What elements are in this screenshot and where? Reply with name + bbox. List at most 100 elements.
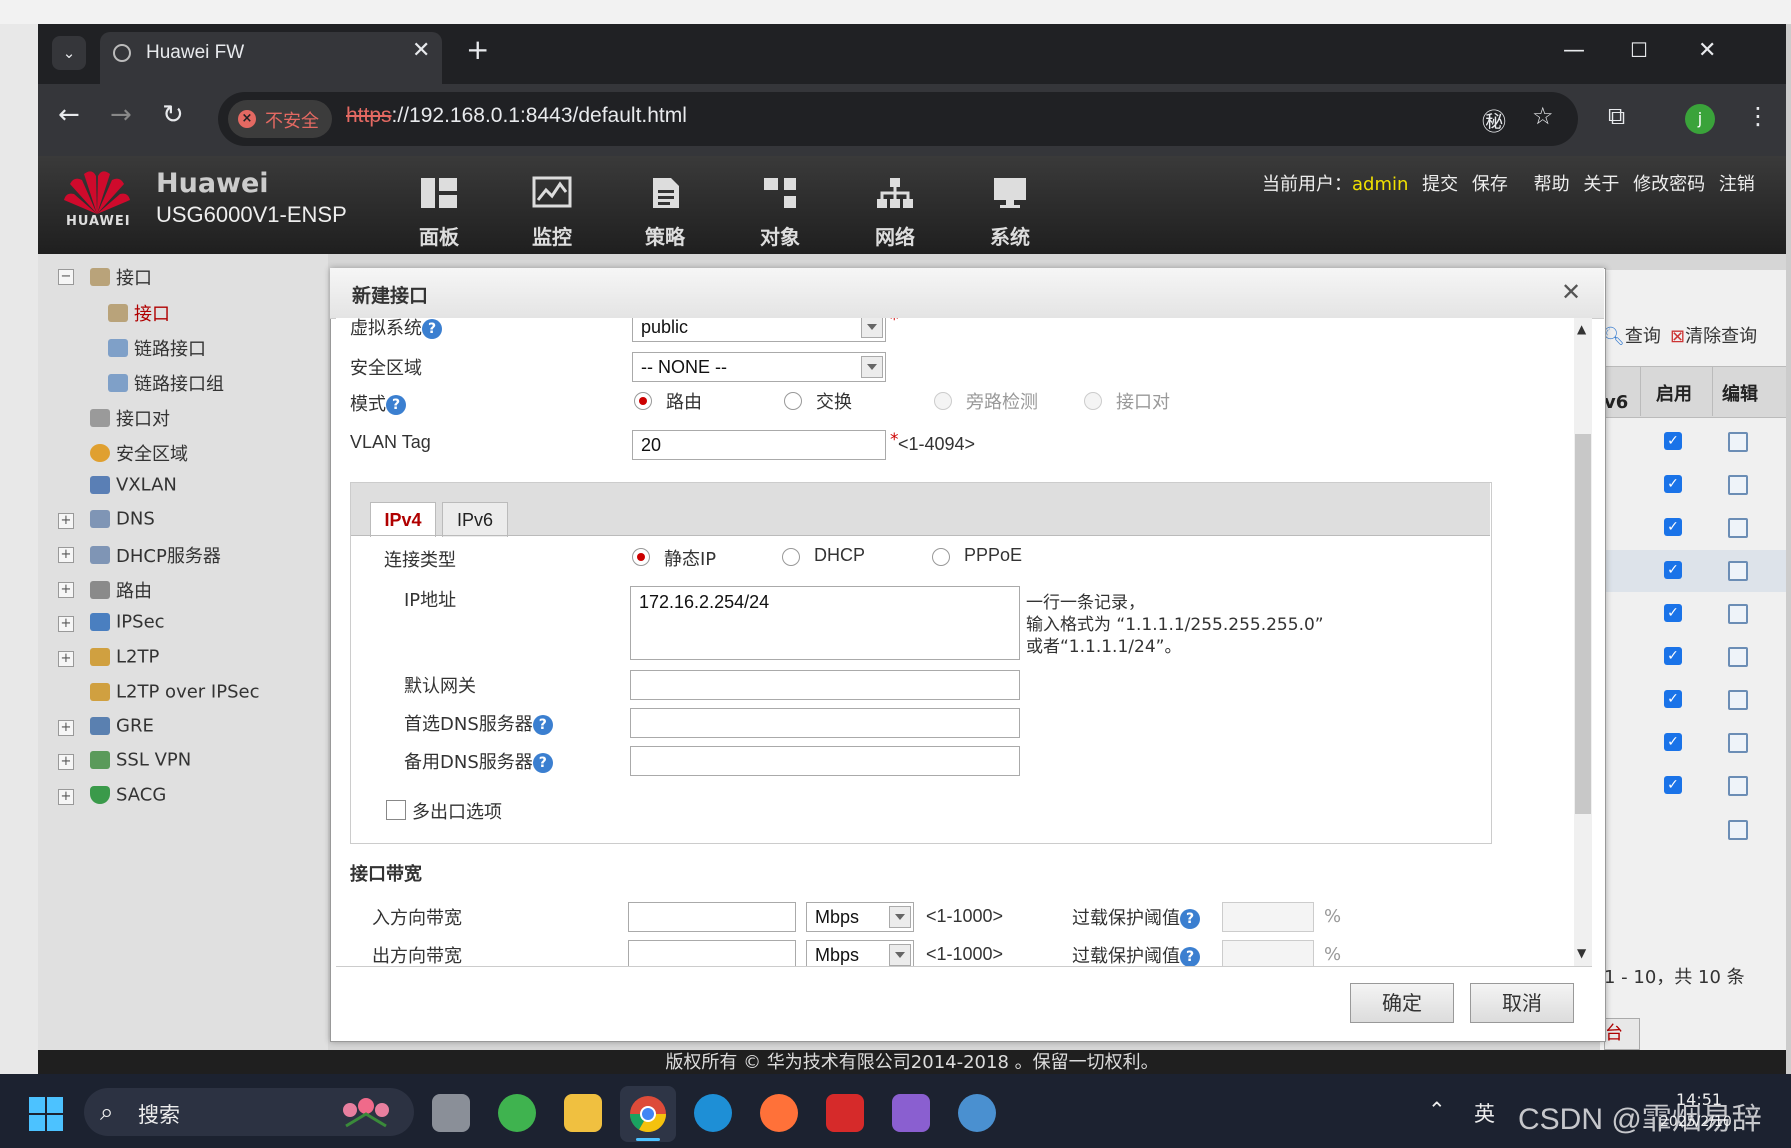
tree-item-l2tp[interactable]: L2TP [90,646,159,672]
outbound-overload-input[interactable] [1222,940,1314,966]
help-icon[interactable]: ? [386,395,406,415]
tree-item-link-interface-group[interactable]: 链路接口组 [108,370,224,396]
expand-icon[interactable]: + [58,789,74,805]
minimize-icon[interactable]: — [1563,38,1585,63]
tree-item-security-zone[interactable]: 安全区域 [90,440,188,466]
help-icon[interactable]: ? [1180,909,1200,929]
about-link[interactable]: 关于 [1583,174,1619,195]
help-link[interactable]: 帮助 [1534,174,1570,195]
submit-link[interactable]: 提交 [1422,174,1458,195]
enable-checkbox[interactable]: ✓ [1664,647,1682,665]
wps-icon[interactable] [826,1094,864,1132]
chrome-icon[interactable] [628,1094,668,1134]
edit-icon[interactable] [1728,561,1748,581]
edit-icon[interactable] [1728,690,1748,710]
expand-icon[interactable]: + [58,547,74,563]
back-icon[interactable]: ← [58,100,80,130]
enable-checkbox[interactable]: ✓ [1664,690,1682,708]
scroll-down-icon[interactable]: ▼ [1577,946,1586,960]
windows-start-icon[interactable] [28,1096,64,1132]
tree-item-dhcp-server[interactable]: DHCP服务器 [90,542,221,568]
ensp-icon[interactable] [958,1094,996,1132]
query-button[interactable]: 🔍︎查询 [1602,322,1661,348]
expand-icon[interactable]: + [58,616,74,632]
clear-query-button[interactable]: ⊠清除查询 [1670,322,1757,348]
secondary-dns-input[interactable] [630,746,1020,776]
cancel-button[interactable]: 取消 [1470,983,1574,1023]
edit-icon[interactable] [1728,604,1748,624]
help-icon[interactable]: ? [1180,947,1200,966]
mode-radio-route[interactable] [634,392,652,410]
primary-dns-input[interactable] [630,708,1020,738]
tree-item-vxlan[interactable]: VXLAN [90,474,177,500]
edge-icon[interactable] [694,1094,732,1132]
enable-checkbox[interactable]: ✓ [1664,432,1682,450]
edit-icon[interactable] [1728,432,1748,452]
tab-ipv4[interactable]: IPv4 [370,502,436,537]
ip-address-textarea[interactable]: 172.16.2.254/24 [630,586,1020,660]
edit-icon[interactable] [1728,518,1748,538]
dialog-close-icon[interactable]: ✕ [1561,278,1581,306]
input-method-indicator[interactable]: 英 [1474,1098,1495,1128]
enable-checkbox[interactable]: ✓ [1664,475,1682,493]
enable-checkbox[interactable]: ✓ [1664,604,1682,622]
inbound-bandwidth-input[interactable] [628,902,796,932]
nav-object[interactable]: 对象 [740,176,820,250]
close-window-icon[interactable]: ✕ [1698,38,1716,63]
conn-radio-dhcp[interactable] [782,548,800,566]
tree-item-link-interface[interactable]: 链路接口 [108,335,206,361]
help-icon[interactable]: ? [422,319,442,339]
translate-icon[interactable]: ㊙ [1482,102,1506,137]
help-icon[interactable]: ? [532,715,553,735]
default-gateway-input[interactable] [630,670,1020,700]
bottom-tab[interactable]: 台 [1604,1018,1640,1050]
conn-radio-pppoe[interactable] [932,548,950,566]
tab-search-button[interactable]: ⌄ [52,36,86,70]
tray-chevron-icon[interactable]: ⌃ [1428,1098,1446,1122]
expand-icon[interactable]: + [58,513,74,529]
tree-item-interface[interactable]: 接口 [108,300,170,326]
scroll-up-icon[interactable]: ▲ [1577,322,1586,336]
enable-checkbox[interactable]: ✓ [1664,776,1682,794]
edit-icon[interactable] [1728,475,1748,495]
nav-network[interactable]: 网络 [855,176,935,250]
edit-icon[interactable] [1728,820,1748,840]
enable-checkbox[interactable]: ✓ [1664,561,1682,579]
vsys-select[interactable]: public [632,318,886,342]
tree-item-sacg[interactable]: SACG [90,784,166,810]
collapse-icon[interactable]: − [58,269,74,285]
tree-item-interface-pair[interactable]: 接口对 [90,405,170,431]
tree-item-gre[interactable]: GRE [90,715,154,741]
multi-exit-checkbox[interactable] [386,800,406,820]
tree-item-routing[interactable]: 路由 [90,577,152,603]
nav-policy[interactable]: 策略 [625,176,705,250]
nav-monitor[interactable]: 监控 [512,176,592,250]
extensions-icon[interactable]: ⧉ [1608,102,1625,130]
wechat-icon[interactable] [498,1094,536,1132]
conn-radio-static[interactable] [632,548,650,566]
expand-icon[interactable]: + [58,754,74,770]
nav-system[interactable]: 系统 [970,176,1050,250]
task-view-icon[interactable] [432,1094,470,1132]
outbound-unit-select[interactable]: Mbps [806,940,914,966]
tree-item-l2tp-over-ipsec[interactable]: L2TP over IPSec [90,681,259,707]
save-link[interactable]: 保存 [1472,174,1508,195]
menu-kebab-icon[interactable]: ⋮ [1746,102,1770,130]
enable-checkbox[interactable]: ✓ [1664,733,1682,751]
edit-icon[interactable] [1728,733,1748,753]
tree-item-ssl-vpn[interactable]: SSL VPN [90,749,191,775]
edit-icon[interactable] [1728,647,1748,667]
tab-ipv6[interactable]: IPv6 [442,502,508,537]
inbound-overload-input[interactable] [1222,902,1314,932]
url-text[interactable]: https://192.168.0.1:8443/default.html [346,104,687,128]
forward-icon[interactable]: → [110,100,132,130]
vlan-tag-input[interactable]: 20 [632,430,886,460]
tree-item-interface-group[interactable]: 接口 [90,264,152,290]
firefox-icon[interactable] [760,1094,798,1132]
nav-dashboard[interactable]: 面板 [399,176,479,250]
ok-button[interactable]: 确定 [1350,983,1454,1023]
help-icon[interactable]: ? [532,753,553,773]
enable-checkbox[interactable]: ✓ [1664,518,1682,536]
new-tab-button[interactable]: + [466,36,489,64]
visual-studio-icon[interactable] [892,1094,930,1132]
